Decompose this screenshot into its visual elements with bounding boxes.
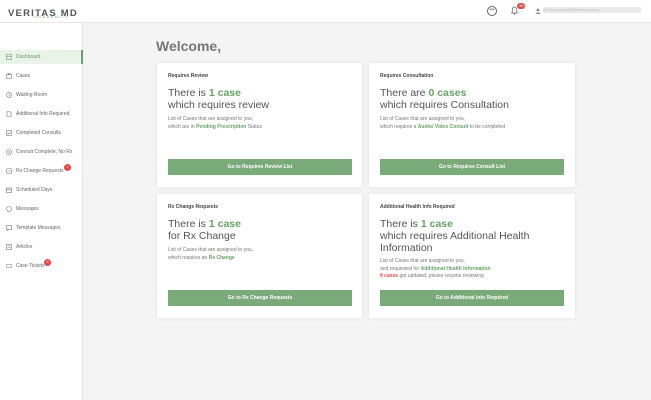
document-icon xyxy=(6,111,12,117)
sidebar-item-label: Waiting Room xyxy=(16,92,48,98)
summary-line2: which requires Consultation xyxy=(380,99,509,111)
card-description: List of Cases that are assigned to you, … xyxy=(168,247,253,262)
card-requires-consultation: Requires Consultation There are 0 cases … xyxy=(369,63,575,187)
desc-line2-suffix: to be completed xyxy=(468,123,506,130)
summary-line3: Information xyxy=(380,242,433,254)
summary-prefix: There is xyxy=(168,218,209,230)
page-title: Welcome, xyxy=(156,38,222,54)
sidebar-item-label: Additional Info Required xyxy=(16,111,70,117)
go-to-requires-consult-button[interactable]: Go to Requires Consult List xyxy=(380,159,564,175)
sidebar-item-additional-info[interactable]: Additional Info Required xyxy=(0,107,83,121)
card-description: List of Cases that are assigned to you, … xyxy=(380,116,505,131)
desc-line3-suffix: got updated, please resume reviewing xyxy=(398,273,484,279)
desc-line1: List of Cases that are assigned to you, xyxy=(380,116,466,122)
go-to-additional-info-button[interactable]: Go to Additional Info Required xyxy=(380,290,564,306)
card-description: List of Cases that are assigned to you, … xyxy=(168,116,262,131)
message-icon xyxy=(6,206,12,212)
sidebar-item-label: Rx Change Requests xyxy=(16,168,64,174)
desc-line1: List of Cases that are assigned to you, xyxy=(168,116,254,122)
card-summary: There are 0 cases which requires Consult… xyxy=(380,87,509,111)
updated-case-count: 0 cases xyxy=(380,273,399,279)
desc-line2-prefix: which requires an xyxy=(168,254,209,261)
case-tickets-badge: 3 xyxy=(44,259,51,266)
sidebar-item-consult-complete-no-rx[interactable]: Consult Complete, No Rx xyxy=(0,145,83,159)
sidebar-item-label: Scheduled Days xyxy=(16,187,53,193)
desc-highlight: Pending Prescription xyxy=(196,123,247,130)
case-count: 0 cases xyxy=(428,87,467,99)
card-rx-change-requests: Rx Change Requests There is 1 case for R… xyxy=(157,194,362,318)
notification-badge: 99 xyxy=(517,3,526,9)
sidebar-item-label: Dashboard xyxy=(16,54,41,60)
sidebar-item-label: Consult Complete, No Rx xyxy=(16,149,73,155)
card-summary: There is 1 case which requires review xyxy=(168,87,269,111)
checklist-icon xyxy=(6,130,12,136)
summary-prefix: There are xyxy=(380,87,429,99)
waiting-room-icon xyxy=(6,92,12,98)
summary-prefix: There is xyxy=(168,87,209,99)
sidebar: Dashboard Cases Waiting Room Additional … xyxy=(0,23,83,400)
cases-icon xyxy=(6,73,12,79)
rx-icon xyxy=(6,168,12,174)
logo-subtext: TELEHEALTH xyxy=(32,15,70,19)
dashboard-icon xyxy=(6,54,12,60)
consult-icon xyxy=(6,149,12,155)
summary-prefix: There is xyxy=(380,218,421,230)
card-requires-review: Requires Review There is 1 case which re… xyxy=(157,63,362,187)
desc-line1: List of Cases that are assigned to you, xyxy=(168,247,254,253)
sidebar-item-label: Messages xyxy=(16,206,39,212)
sidebar-item-label: Case Tickets xyxy=(16,263,45,269)
sidebar-item-label: Articles xyxy=(16,244,33,250)
calendar-icon xyxy=(6,187,12,193)
card-title: Rx Change Requests xyxy=(168,204,219,210)
sidebar-item-scheduled-days[interactable]: Scheduled Days xyxy=(0,183,83,197)
desc-line2-prefix: which are in xyxy=(168,123,197,130)
sidebar-item-label: Template Messages xyxy=(16,225,61,231)
sidebar-item-waiting-room[interactable]: Waiting Room xyxy=(0,88,83,102)
card-summary: There is 1 case for Rx Change xyxy=(168,218,241,242)
sidebar-item-messages[interactable]: Messages xyxy=(0,202,83,216)
case-count: 1 case xyxy=(208,218,241,230)
sidebar-item-case-tickets[interactable]: Case Tickets xyxy=(0,259,83,273)
summary-line2: which requires review xyxy=(168,99,269,111)
user-email[interactable]: doctor.account@veritasmd.com xyxy=(543,7,641,13)
chat-icon[interactable]: ••• xyxy=(487,6,497,16)
desc-line2-prefix: which requires a xyxy=(380,123,418,130)
desc-highlight: Audio/ Video Consult xyxy=(417,123,469,130)
articles-icon xyxy=(6,244,12,250)
sidebar-item-completed-consults[interactable]: Completed Consults xyxy=(0,126,83,140)
card-summary: There is 1 case which requires Additiona… xyxy=(380,218,529,254)
case-count: 1 case xyxy=(420,218,453,230)
card-title: Additional Health Info Required xyxy=(380,204,455,210)
summary-line2: which requires Additional Health xyxy=(380,230,530,242)
top-header: VERITAS MD TELEHEALTH ••• 99 doctor.acco… xyxy=(0,0,651,23)
card-title: Requires Review xyxy=(168,73,209,79)
logo[interactable]: VERITAS MD TELEHEALTH xyxy=(8,3,78,21)
desc-highlight: Additional Health Information xyxy=(420,265,491,272)
desc-line2-prefix: and requested for xyxy=(380,265,421,272)
card-title: Requires Consultation xyxy=(380,73,434,79)
sidebar-item-articles[interactable]: Articles xyxy=(0,240,83,254)
case-count: 1 case xyxy=(208,87,241,99)
sidebar-item-label: Cases xyxy=(16,73,31,79)
summary-line2: for Rx Change xyxy=(168,230,236,242)
go-to-requires-review-button[interactable]: Go to Requires Review List xyxy=(168,159,352,175)
go-to-rx-change-requests-button[interactable]: Go to Rx Change Requests xyxy=(168,290,352,306)
desc-line2-suffix: Status xyxy=(246,123,262,130)
desc-line1: List of Cases that are assigned to you, xyxy=(380,258,466,264)
sidebar-item-dashboard[interactable]: Dashboard xyxy=(0,50,83,64)
card-description: List of Cases that are assigned to you, … xyxy=(380,258,491,281)
ticket-icon xyxy=(6,264,12,268)
card-additional-health-info: Additional Health Info Required There is… xyxy=(369,194,575,318)
rx-change-badge: 1 xyxy=(64,164,71,171)
sidebar-item-template-messages[interactable]: Template Messages xyxy=(0,221,83,235)
sidebar-item-cases[interactable]: Cases xyxy=(0,69,83,83)
desc-highlight: Rx Change xyxy=(208,254,235,261)
template-icon xyxy=(6,225,12,231)
sidebar-item-label: Completed Consults xyxy=(16,130,62,136)
user-icon xyxy=(535,8,541,14)
